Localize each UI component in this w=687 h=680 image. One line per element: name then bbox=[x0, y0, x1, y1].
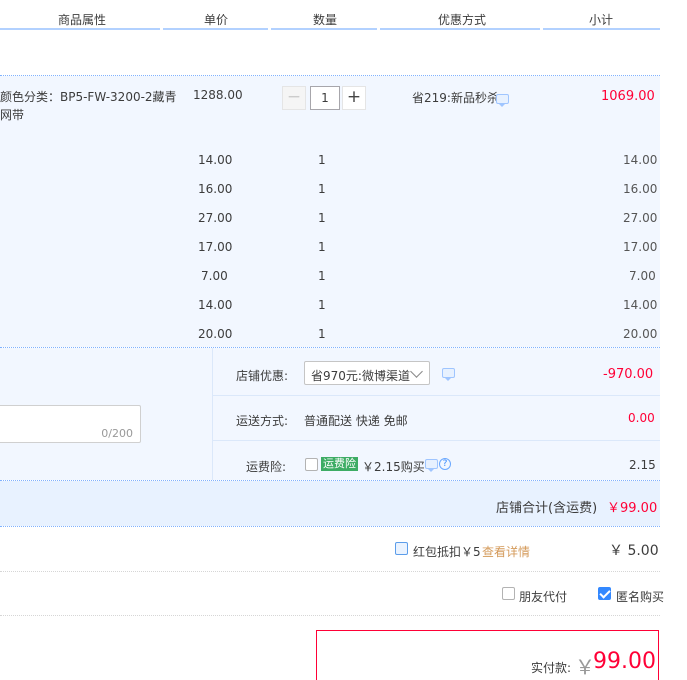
redpacket-details-link[interactable]: 查看详情 bbox=[482, 543, 530, 560]
header-discount: 优惠方式 bbox=[438, 13, 487, 27]
subitem-subtotal: 27.00 bbox=[623, 211, 658, 225]
subitem-price: 14.00 bbox=[198, 298, 233, 312]
message-char-counter: 0/200 bbox=[101, 427, 133, 440]
shipping-label: 运送方式: bbox=[236, 414, 289, 428]
subitem-price: 27.00 bbox=[198, 211, 233, 225]
anonymous-label: 匿名购买 bbox=[616, 590, 665, 604]
subitem-qty: 1 bbox=[318, 211, 326, 225]
coupon-selected-value: 省970元:微博渠道 bbox=[311, 369, 410, 383]
subitem-qty: 1 bbox=[318, 240, 326, 254]
buyer-message-textarea[interactable]: 0/200 bbox=[0, 405, 141, 443]
store-total-label: 店铺合计(含运费) bbox=[496, 501, 598, 516]
payment-currency: ￥ bbox=[575, 655, 595, 679]
subitem-subtotal: 17.00 bbox=[623, 240, 658, 254]
row-divider bbox=[213, 395, 660, 396]
insurance-badge: 运费险 bbox=[321, 457, 358, 471]
item-discount: 省219:新品秒杀 bbox=[412, 91, 499, 105]
header-price: 单价 bbox=[204, 13, 229, 27]
header-underline bbox=[0, 28, 160, 30]
qty-input[interactable]: 1 bbox=[310, 86, 340, 110]
shipping-amount: 0.00 bbox=[628, 411, 655, 425]
friend-pay-label: 朋友代付 bbox=[519, 590, 568, 604]
header-props: 商品属性 bbox=[58, 13, 107, 27]
divider bbox=[0, 571, 660, 572]
store-total-value: ￥99.00 bbox=[607, 501, 658, 516]
coupon-label: 店铺优惠: bbox=[236, 369, 289, 383]
subitem-price: 20.00 bbox=[198, 327, 233, 341]
payment-amount: 99.00 bbox=[593, 649, 656, 674]
payment-label: 实付款: bbox=[531, 661, 572, 675]
divider bbox=[0, 615, 660, 616]
friend-pay-checkbox[interactable] bbox=[502, 587, 515, 600]
item-attr-line2: 网带 bbox=[0, 108, 25, 122]
subitem-subtotal: 7.00 bbox=[629, 269, 656, 283]
header-underline bbox=[163, 28, 268, 30]
subitem-price: 7.00 bbox=[201, 269, 228, 283]
message-icon[interactable] bbox=[496, 94, 509, 107]
header-underline bbox=[380, 28, 540, 30]
insurance-price: ￥2.15购买 bbox=[362, 460, 425, 474]
subitem-qty: 1 bbox=[318, 182, 326, 196]
column-divider bbox=[212, 348, 213, 480]
subitem-qty: 1 bbox=[318, 298, 326, 312]
subitem-subtotal: 16.00 bbox=[623, 182, 658, 196]
header-subtotal: 小计 bbox=[589, 13, 614, 27]
insurance-checkbox[interactable] bbox=[305, 458, 318, 471]
qty-increase-button[interactable]: + bbox=[342, 86, 366, 110]
message-icon[interactable] bbox=[442, 368, 455, 381]
redpacket-amount: ￥ 5.00 bbox=[609, 543, 659, 559]
help-icon[interactable]: ? bbox=[439, 458, 451, 470]
redpacket-checkbox[interactable] bbox=[395, 542, 408, 555]
coupon-select[interactable]: 省970元:微博渠道 bbox=[304, 361, 430, 385]
row-divider bbox=[213, 440, 660, 441]
anonymous-checkbox[interactable] bbox=[598, 587, 611, 600]
header-underline bbox=[271, 28, 377, 30]
chevron-down-icon bbox=[410, 365, 423, 378]
insurance-amount: 2.15 bbox=[629, 458, 656, 472]
redpacket-label: 红包抵扣￥5 bbox=[413, 545, 481, 559]
subitem-qty: 1 bbox=[318, 327, 326, 341]
subitem-subtotal: 14.00 bbox=[623, 153, 658, 167]
item-attr-line1: 颜色分类：BP5-FW-3200-2藏青 bbox=[0, 90, 177, 104]
subitem-qty: 1 bbox=[318, 153, 326, 167]
subitem-price: 16.00 bbox=[198, 182, 233, 196]
shipping-value: 普通配送 快递 免邮 bbox=[304, 414, 408, 428]
coupon-amount: -970.00 bbox=[603, 367, 654, 382]
payment-summary-box: 实付款: ￥ 99.00 bbox=[316, 630, 659, 680]
header-qty: 数量 bbox=[313, 13, 338, 27]
subitem-subtotal: 14.00 bbox=[623, 298, 658, 312]
subitem-subtotal: 20.00 bbox=[623, 327, 658, 341]
subitem-price: 14.00 bbox=[198, 153, 233, 167]
subitem-price: 17.00 bbox=[198, 240, 233, 254]
message-icon[interactable] bbox=[425, 459, 438, 472]
header-underline bbox=[543, 28, 660, 30]
table-header: 商品属性 单价 数量 优惠方式 小计 bbox=[0, 0, 660, 30]
item-band bbox=[0, 76, 660, 347]
insurance-label: 运费险: bbox=[246, 460, 287, 474]
subitem-qty: 1 bbox=[318, 269, 326, 283]
item-price: 1288.00 bbox=[193, 88, 243, 102]
divider bbox=[0, 526, 660, 527]
qty-decrease-button[interactable]: − bbox=[282, 86, 306, 110]
item-subtotal: 1069.00 bbox=[601, 89, 655, 104]
